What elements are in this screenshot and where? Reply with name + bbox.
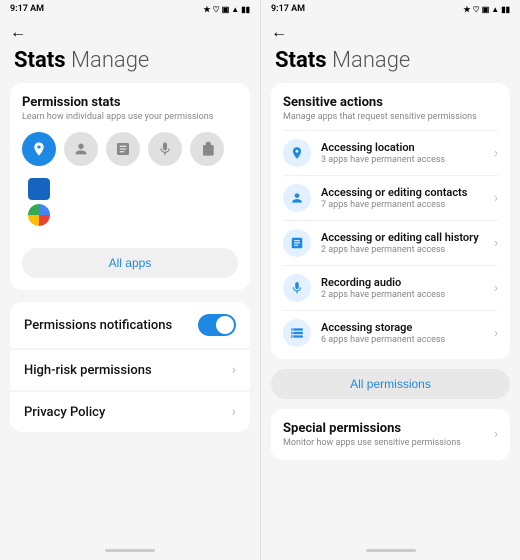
sensitive-subtitle: Manage apps that request sensitive permi… xyxy=(283,112,498,122)
left-panel: 9:17 AM ★ ♡ ▣ ▲ ▮▮ ← Stats Manage Permis… xyxy=(0,0,260,560)
title-part1-right: Stats xyxy=(275,48,327,73)
content-right: Sensitive actions Manage apps that reque… xyxy=(261,83,520,544)
permissions-notifications-label: Permissions notifications xyxy=(24,318,198,333)
sensitive-item-location[interactable]: Accessing location 3 apps have permanent… xyxy=(283,130,498,175)
app-item-blue xyxy=(28,178,238,200)
audio-chevron-icon: › xyxy=(494,281,498,296)
calls-icon xyxy=(283,229,311,257)
location-text: Accessing location 3 apps have permanent… xyxy=(321,141,484,165)
status-icons-left: ★ ♡ ▣ ▲ ▮▮ xyxy=(203,5,250,14)
high-risk-chevron-icon: › xyxy=(232,362,236,378)
heart-icon-r: ♡ xyxy=(473,5,480,14)
high-risk-label: High-risk permissions xyxy=(24,363,232,378)
app-icons-area xyxy=(22,178,238,238)
notifications-toggle[interactable] xyxy=(198,314,236,336)
permissions-notifications-item[interactable]: Permissions notifications xyxy=(10,302,250,348)
all-apps-button[interactable]: All apps xyxy=(22,248,238,278)
content-left: Permission stats Learn how individual ap… xyxy=(0,83,260,544)
title-part2-left: Manage xyxy=(71,48,149,73)
storage-chevron-icon: › xyxy=(494,326,498,341)
perm-icon-mic[interactable] xyxy=(148,132,182,166)
title-part1-left: Stats xyxy=(14,48,66,73)
calls-text: Accessing or editing call history 2 apps… xyxy=(321,231,484,255)
card-title: Permission stats xyxy=(22,95,238,110)
location-title: Accessing location xyxy=(321,141,484,155)
battery-icon: ▮▮ xyxy=(241,5,250,14)
calls-chevron-icon: › xyxy=(494,236,498,251)
home-indicator-left xyxy=(105,549,155,552)
sensitive-item-contacts[interactable]: Accessing or editing contacts 7 apps hav… xyxy=(283,175,498,220)
status-bar-right: 9:17 AM ★ ♡ ▣ ▲ ▮▮ xyxy=(261,0,520,16)
msg-icon-r: ▣ xyxy=(482,5,490,14)
title-part2-right: Manage xyxy=(332,48,410,73)
privacy-policy-chevron-icon: › xyxy=(232,404,236,420)
sensitive-item-audio[interactable]: Recording audio 2 apps have permanent ac… xyxy=(283,265,498,310)
sensitive-item-calls[interactable]: Accessing or editing call history 2 apps… xyxy=(283,220,498,265)
back-button-right[interactable]: ← xyxy=(261,16,520,44)
calls-sub: 2 apps have permanent access xyxy=(321,245,484,255)
perm-icon-calls[interactable] xyxy=(106,132,140,166)
perm-icon-storage[interactable] xyxy=(190,132,224,166)
app-icon-chrome xyxy=(28,204,50,226)
sensitive-item-storage[interactable]: Accessing storage 6 apps have permanent … xyxy=(283,310,498,355)
bottom-bar-left xyxy=(0,544,260,560)
location-chevron-icon: › xyxy=(494,146,498,161)
page-title-left: Stats Manage xyxy=(0,44,260,83)
wifi-icon: ▲ xyxy=(231,5,239,14)
battery-icon-r: ▮▮ xyxy=(501,5,510,14)
high-risk-item[interactable]: High-risk permissions › xyxy=(10,350,250,390)
location-sub: 3 apps have permanent access xyxy=(321,155,484,165)
storage-text: Accessing storage 6 apps have permanent … xyxy=(321,321,484,345)
calls-title: Accessing or editing call history xyxy=(321,231,484,245)
all-permissions-button[interactable]: All permissions xyxy=(271,369,510,399)
contacts-text: Accessing or editing contacts 7 apps hav… xyxy=(321,186,484,210)
special-text: Special permissions Monitor how apps use… xyxy=(283,421,461,448)
audio-text: Recording audio 2 apps have permanent ac… xyxy=(321,276,484,300)
bt-icon-r: ★ xyxy=(463,5,470,14)
right-panel: 9:17 AM ★ ♡ ▣ ▲ ▮▮ ← Stats Manage Sensit… xyxy=(260,0,520,560)
heart-icon: ♡ xyxy=(213,5,220,14)
contacts-title: Accessing or editing contacts xyxy=(321,186,484,200)
bottom-bar-right xyxy=(261,544,520,560)
status-icons-right: ★ ♡ ▣ ▲ ▮▮ xyxy=(463,5,510,14)
left-list-items: Permissions notifications High-risk perm… xyxy=(10,302,250,432)
home-indicator-right xyxy=(366,549,416,552)
audio-icon xyxy=(283,274,311,302)
special-sub: Monitor how apps use sensitive permissio… xyxy=(283,438,461,448)
permission-stats-card: Permission stats Learn how individual ap… xyxy=(10,83,250,290)
back-button-left[interactable]: ← xyxy=(0,16,260,44)
storage-sub: 6 apps have permanent access xyxy=(321,335,484,345)
contacts-icon xyxy=(283,184,311,212)
storage-title: Accessing storage xyxy=(321,321,484,335)
special-permissions-section[interactable]: Special permissions Monitor how apps use… xyxy=(271,409,510,460)
time-right: 9:17 AM xyxy=(271,4,305,14)
msg-icon: ▣ xyxy=(222,5,230,14)
location-icon xyxy=(283,139,311,167)
card-subtitle: Learn how individual apps use your permi… xyxy=(22,112,238,122)
bt-icon: ★ xyxy=(203,5,210,14)
privacy-policy-item[interactable]: Privacy Policy › xyxy=(10,392,250,432)
status-bar-left: 9:17 AM ★ ♡ ▣ ▲ ▮▮ xyxy=(0,0,260,16)
storage-icon xyxy=(283,319,311,347)
contacts-chevron-icon: › xyxy=(494,191,498,206)
time-left: 9:17 AM xyxy=(10,4,44,14)
app-item-chrome xyxy=(28,204,238,226)
contacts-sub: 7 apps have permanent access xyxy=(321,200,484,210)
sensitive-actions-card: Sensitive actions Manage apps that reque… xyxy=(271,83,510,359)
special-title: Special permissions xyxy=(283,421,461,436)
wifi-icon-r: ▲ xyxy=(491,5,499,14)
permission-icons-row xyxy=(22,132,238,166)
perm-icon-contacts[interactable] xyxy=(64,132,98,166)
privacy-policy-label: Privacy Policy xyxy=(24,405,232,420)
sensitive-title: Sensitive actions xyxy=(283,95,498,110)
audio-title: Recording audio xyxy=(321,276,484,290)
app-icon-blue xyxy=(28,178,50,200)
perm-icon-location[interactable] xyxy=(22,132,56,166)
special-chevron-icon: › xyxy=(494,427,498,442)
audio-sub: 2 apps have permanent access xyxy=(321,290,484,300)
page-title-right: Stats Manage xyxy=(261,44,520,83)
